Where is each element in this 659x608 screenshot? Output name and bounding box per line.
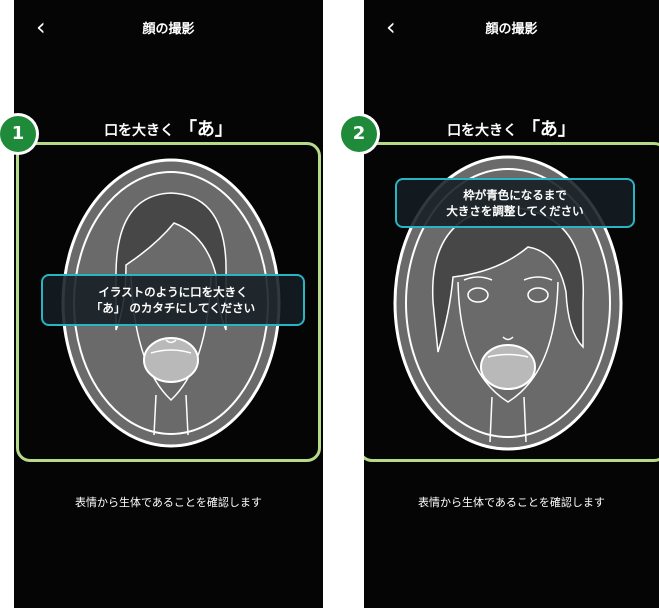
footer-note: 表情から生体であることを確認します — [75, 496, 262, 509]
instruction-quote: 「あ」 — [178, 119, 233, 140]
instruction-text: 口を大きく 「あ」 — [364, 115, 659, 141]
top-bar: ‹ 顔の撮影 — [14, 0, 323, 52]
page-title: 顔の撮影 — [142, 22, 195, 37]
instruction-text: 口を大きく 「あ」 — [14, 115, 323, 141]
top-bar: ‹ 顔の撮影 — [364, 0, 659, 52]
guidance-line-2: 大きさを調整してください — [446, 204, 584, 218]
phone-screen-2: ‹ 顔の撮影 口を大きく 「あ」 枠が青色になるまで 大きさを調整してください … — [364, 0, 659, 608]
step-badge-2: 2 — [341, 116, 377, 152]
guidance-message: 枠が青色になるまで 大きさを調整してください — [395, 178, 635, 228]
guidance-line-1: 枠が青色になるまで — [463, 188, 567, 202]
guidance-message: イラストのように口を大きく 「あ」 のカタチにしてください — [41, 274, 305, 326]
page-title: 顔の撮影 — [485, 22, 538, 37]
footer-note: 表情から生体であることを確認します — [418, 496, 605, 509]
phone-screen-1: ‹ 顔の撮影 口を大きく 「あ」 イラストのように口を大きく 「あ」 のカタチに… — [14, 0, 323, 608]
step-badge-1: 1 — [0, 116, 36, 152]
instruction-prefix: 口を大きく — [104, 123, 175, 139]
instruction-prefix: 口を大きく — [447, 123, 518, 139]
guidance-line-1: イラストのように口を大きく — [98, 285, 248, 299]
instruction-quote: 「あ」 — [521, 119, 576, 140]
guidance-line-2: 「あ」 のカタチにしてください — [90, 301, 256, 315]
